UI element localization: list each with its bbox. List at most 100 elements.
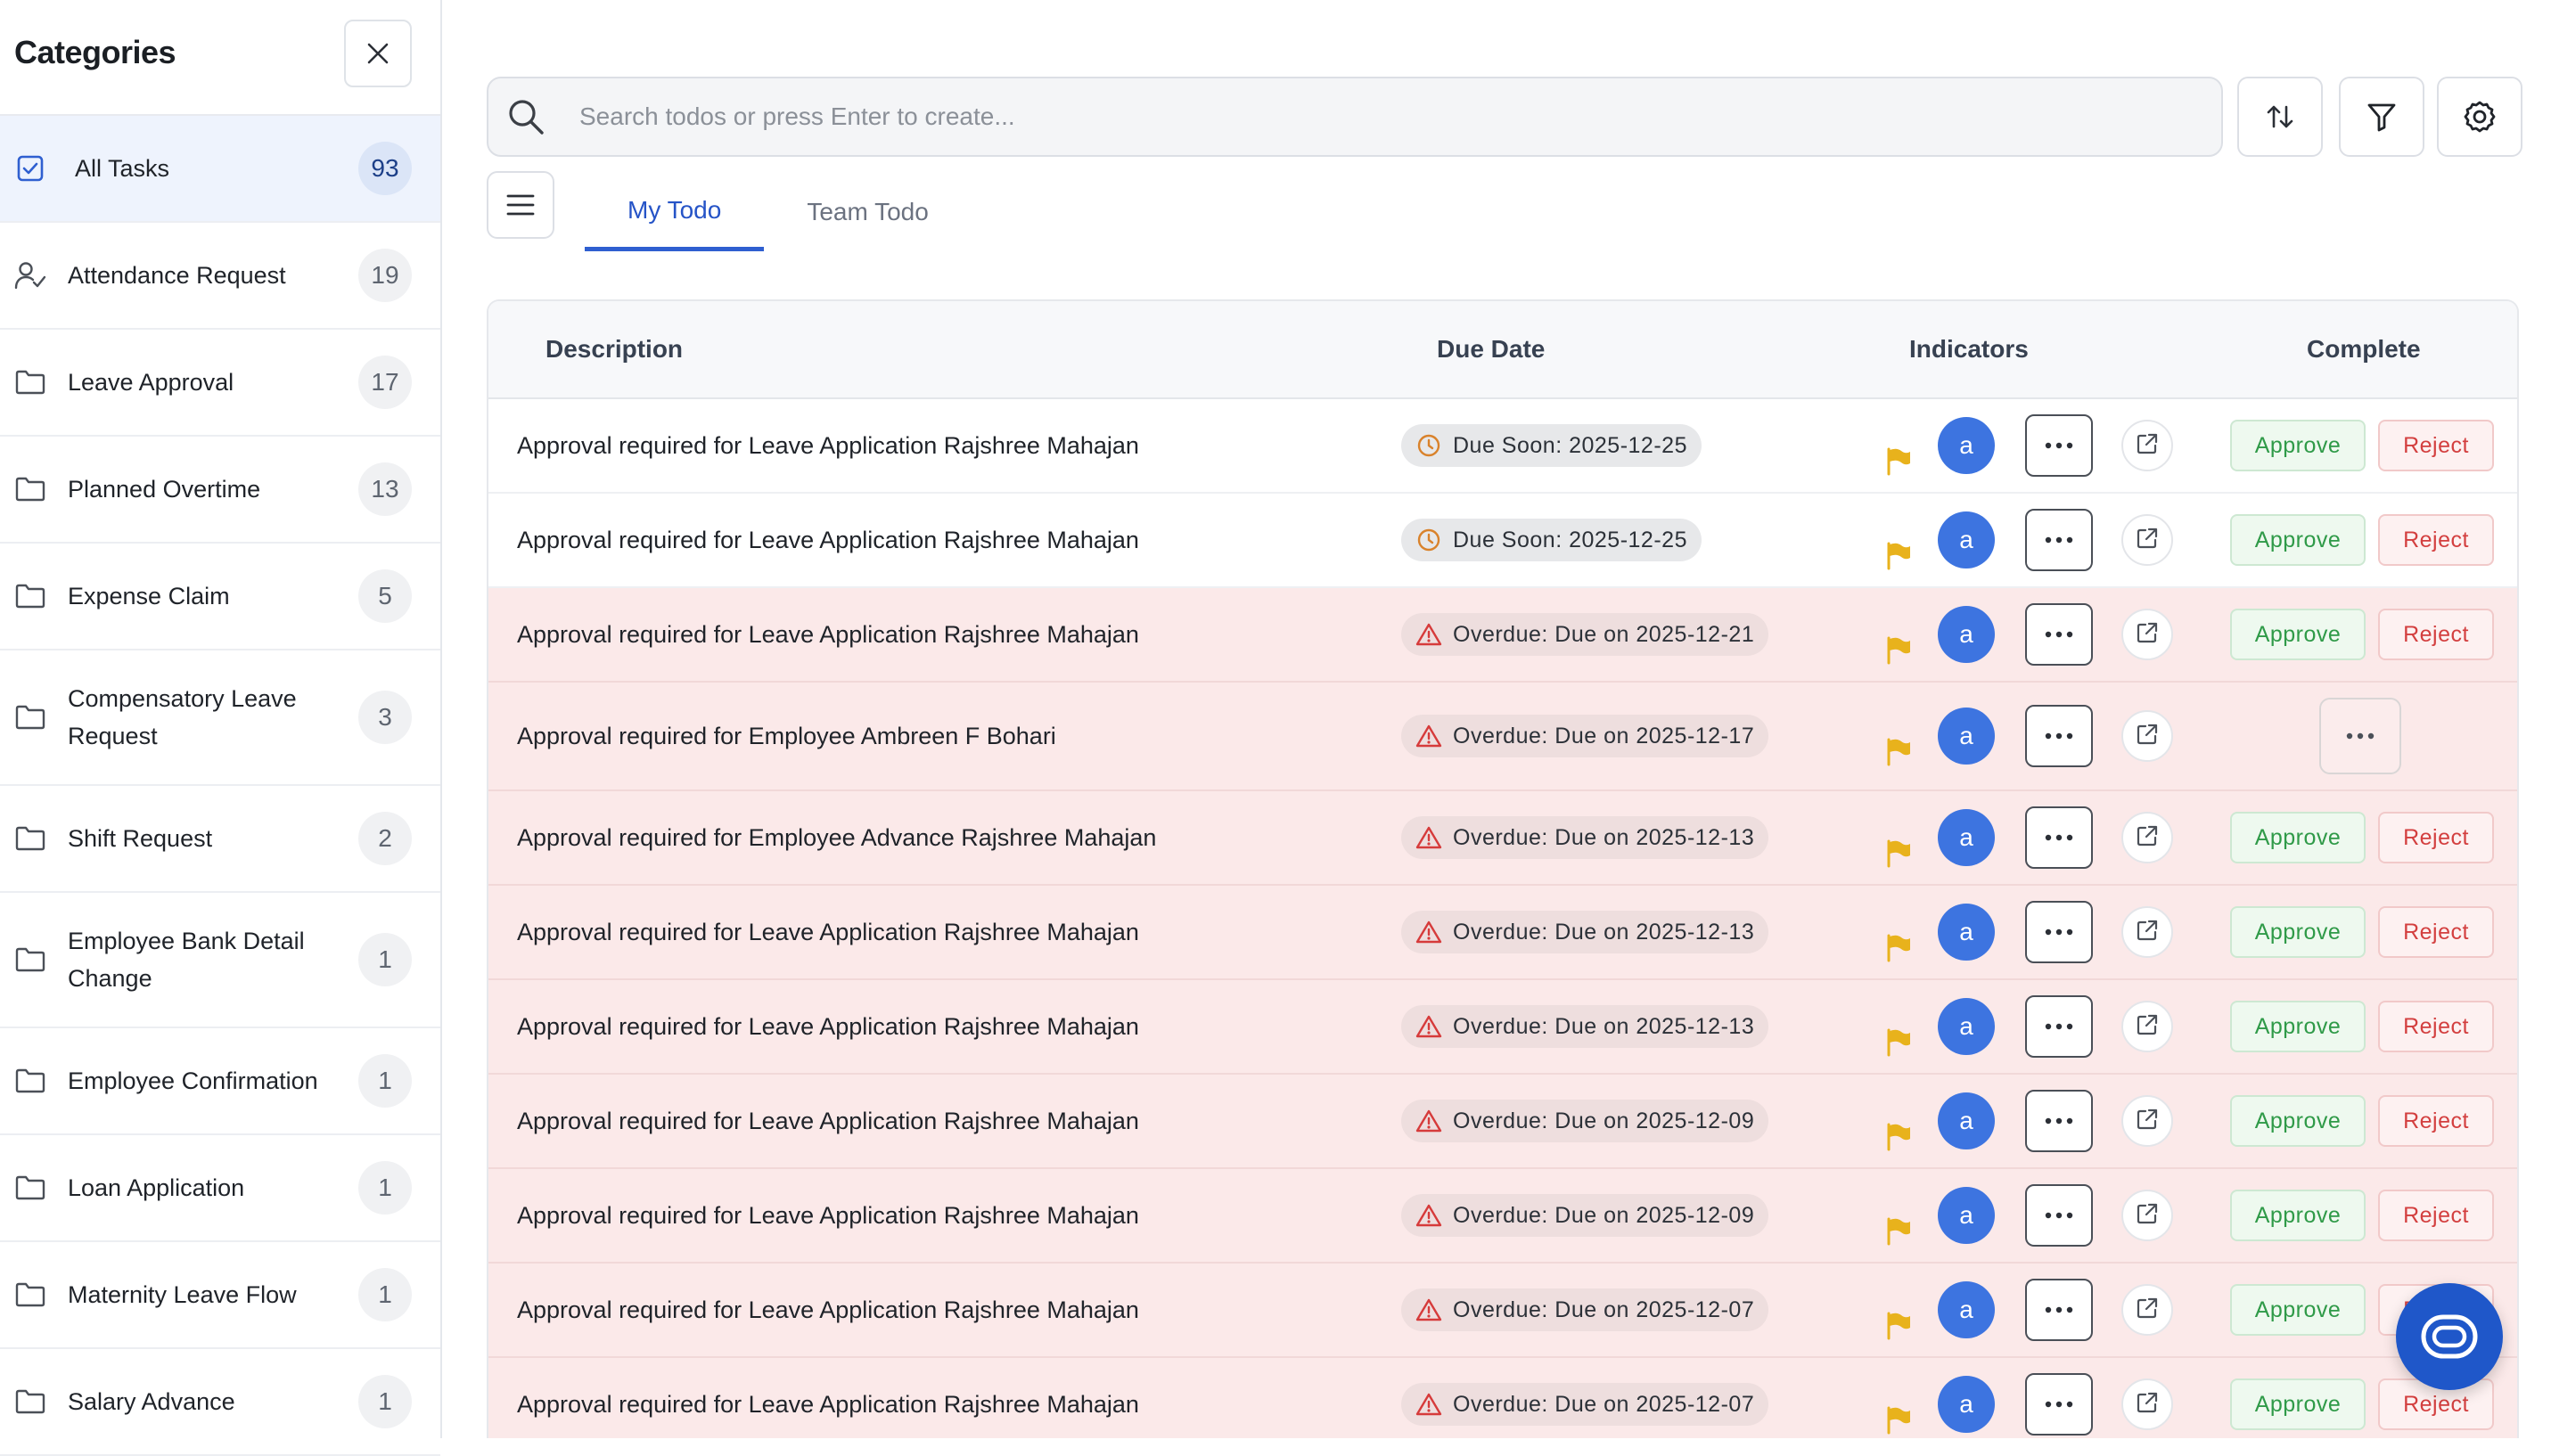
table-row[interactable]: Approval required for Leave Application … xyxy=(488,494,2517,588)
approve-button[interactable]: Approve xyxy=(2230,609,2366,660)
approve-button[interactable]: Approve xyxy=(2230,906,2366,958)
more-options-button[interactable] xyxy=(2025,1090,2093,1152)
chat-assistant-button[interactable] xyxy=(2396,1283,2503,1390)
external-link-icon xyxy=(2134,1389,2161,1420)
menu-button[interactable] xyxy=(487,171,554,239)
more-horizontal-icon xyxy=(2044,1018,2074,1035)
sidebar-item-count: 1 xyxy=(358,1054,412,1108)
table-row[interactable]: Approval required for Leave Application … xyxy=(488,1075,2517,1169)
tab-my-todo[interactable]: My Todo xyxy=(585,173,765,251)
reject-button[interactable]: Reject xyxy=(2378,906,2494,958)
reject-button[interactable]: Reject xyxy=(2378,514,2494,566)
search-input[interactable] xyxy=(578,102,2096,132)
sort-button[interactable] xyxy=(2237,77,2323,157)
sidebar-item[interactable]: Shift Request 2 xyxy=(0,786,440,893)
flag-icon xyxy=(1884,1404,1913,1435)
more-options-button[interactable] xyxy=(2025,1279,2093,1341)
reject-button[interactable]: Reject xyxy=(2378,812,2494,863)
approve-button[interactable]: Approve xyxy=(2230,1190,2366,1241)
open-external-button[interactable] xyxy=(2121,1284,2173,1336)
open-external-button[interactable] xyxy=(2121,1190,2173,1241)
avatar[interactable]: a xyxy=(1938,606,1995,663)
sidebar-item-label: Leave Approval xyxy=(68,369,234,396)
sidebar-item[interactable]: Compensatory Leave Request 3 xyxy=(0,650,440,786)
reject-button[interactable]: Reject xyxy=(2378,609,2494,660)
avatar[interactable]: a xyxy=(1938,708,1995,765)
approve-button[interactable]: Approve xyxy=(2230,1001,2366,1052)
approve-button[interactable]: Approve xyxy=(2230,1095,2366,1147)
sidebar-item[interactable]: Salary Advance 1 xyxy=(0,1349,440,1456)
sidebar-item[interactable]: Employee Bank Detail Change 1 xyxy=(0,893,440,1028)
approve-button[interactable]: Approve xyxy=(2230,514,2366,566)
due-date-text: Due Soon: 2025-12-25 xyxy=(1453,432,1687,458)
table-row[interactable]: Approval required for Leave Application … xyxy=(488,399,2517,494)
open-external-button[interactable] xyxy=(2121,1378,2173,1430)
avatar[interactable]: a xyxy=(1938,1187,1995,1244)
sidebar-item[interactable]: Planned Overtime 13 xyxy=(0,437,440,544)
open-external-button[interactable] xyxy=(2121,812,2173,863)
more-options-button[interactable] xyxy=(2025,509,2093,571)
sidebar-item[interactable]: Attendance Request 19 xyxy=(0,223,440,330)
open-external-button[interactable] xyxy=(2121,420,2173,471)
open-external-button[interactable] xyxy=(2121,609,2173,660)
avatar[interactable]: a xyxy=(1938,809,1995,866)
open-external-button[interactable] xyxy=(2121,1001,2173,1052)
settings-button[interactable] xyxy=(2437,77,2522,157)
avatar[interactable]: a xyxy=(1938,417,1995,474)
open-external-button[interactable] xyxy=(2121,906,2173,958)
table-row[interactable]: Approval required for Leave Application … xyxy=(488,980,2517,1075)
filter-button[interactable] xyxy=(2339,77,2424,157)
approve-button[interactable]: Approve xyxy=(2230,420,2366,471)
close-sidebar-button[interactable] xyxy=(344,20,412,87)
approve-button[interactable]: Approve xyxy=(2230,1378,2366,1430)
open-external-button[interactable] xyxy=(2121,710,2173,762)
user-check-icon xyxy=(14,259,46,291)
more-options-button[interactable] xyxy=(2025,1373,2093,1436)
table-row[interactable]: Approval required for Leave Application … xyxy=(488,1169,2517,1264)
sidebar-item[interactable]: Maternity Leave Flow 1 xyxy=(0,1242,440,1349)
folder-icon xyxy=(14,473,46,505)
avatar[interactable]: a xyxy=(1938,511,1995,568)
table-row[interactable]: Approval required for Leave Application … xyxy=(488,1264,2517,1358)
approve-button[interactable]: Approve xyxy=(2230,812,2366,863)
warning-icon xyxy=(1415,919,1442,945)
table-row[interactable]: Approval required for Employee Ambreen F… xyxy=(488,683,2517,791)
avatar[interactable]: a xyxy=(1938,904,1995,961)
reject-button[interactable]: Reject xyxy=(2378,420,2494,471)
task-description: Approval required for Employee Ambreen F… xyxy=(517,722,1056,749)
reject-button[interactable]: Reject xyxy=(2378,1190,2494,1241)
sidebar-item[interactable]: Employee Confirmation 1 xyxy=(0,1028,440,1135)
sidebar-item-count: 1 xyxy=(358,933,412,986)
more-options-button[interactable] xyxy=(2025,414,2093,477)
task-description: Approval required for Leave Application … xyxy=(517,1201,1139,1229)
avatar[interactable]: a xyxy=(1938,1281,1995,1338)
approve-button[interactable]: Approve xyxy=(2230,1284,2366,1336)
task-description: Approval required for Leave Application … xyxy=(517,431,1139,459)
more-options-button[interactable] xyxy=(2025,806,2093,869)
avatar[interactable]: a xyxy=(1938,1376,1995,1433)
sidebar-item[interactable]: Expense Claim 5 xyxy=(0,544,440,650)
avatar[interactable]: a xyxy=(1938,998,1995,1055)
more-options-button[interactable] xyxy=(2025,995,2093,1058)
open-external-button[interactable] xyxy=(2121,1095,2173,1147)
table-row[interactable]: Approval required for Employee Advance R… xyxy=(488,791,2517,886)
table-row[interactable]: Approval required for Leave Application … xyxy=(488,588,2517,683)
table-row[interactable]: Approval required for Leave Application … xyxy=(488,886,2517,980)
avatar[interactable]: a xyxy=(1938,1092,1995,1149)
due-date-badge: Due Soon: 2025-12-25 xyxy=(1401,519,1702,561)
reject-button[interactable]: Reject xyxy=(2378,1001,2494,1052)
reject-button[interactable]: Reject xyxy=(2378,1095,2494,1147)
complete-options-button[interactable] xyxy=(2319,698,2401,774)
flag-icon xyxy=(1884,838,1913,868)
sidebar-item[interactable]: Leave Approval 17 xyxy=(0,330,440,437)
tab-team-todo[interactable]: Team Todo xyxy=(764,173,971,251)
more-options-button[interactable] xyxy=(2025,901,2093,963)
sidebar-item[interactable]: All Tasks 93 xyxy=(0,116,440,223)
table-row[interactable]: Approval required for Leave Application … xyxy=(488,1358,2517,1438)
sidebar-item-count: 5 xyxy=(358,569,412,623)
more-options-button[interactable] xyxy=(2025,603,2093,666)
more-options-button[interactable] xyxy=(2025,1184,2093,1247)
sidebar-item[interactable]: Loan Application 1 xyxy=(0,1135,440,1242)
open-external-button[interactable] xyxy=(2121,514,2173,566)
more-options-button[interactable] xyxy=(2025,705,2093,767)
